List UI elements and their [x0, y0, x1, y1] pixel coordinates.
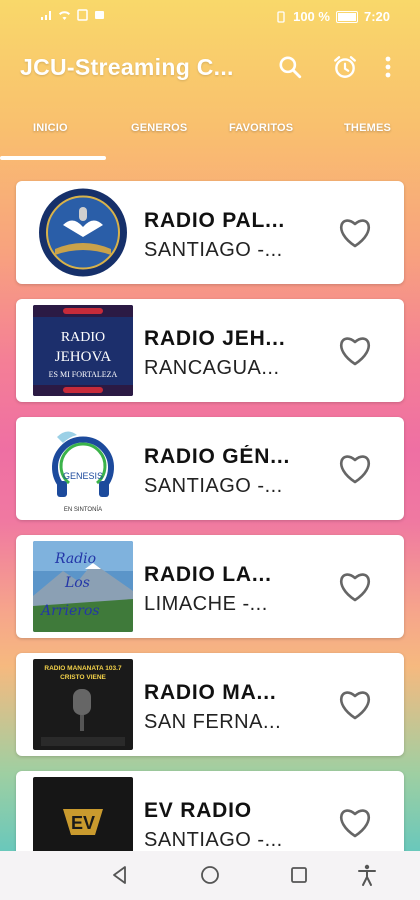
radio-palabra-logo — [33, 187, 133, 278]
tab-inicio[interactable]: INICIO — [33, 122, 68, 134]
station-name: RADIO JEH... — [144, 327, 286, 350]
station-city: LIMACHE -... — [144, 593, 268, 615]
app-bar: JCU-Streaming C... — [0, 44, 420, 92]
station-logo: GENESIS EN SINTONÍA — [33, 423, 133, 514]
station-name: RADIO GÉN... — [144, 445, 291, 468]
station-name: RADIO PAL... — [144, 209, 286, 232]
svg-text:RADIO MANANATA 103.7: RADIO MANANATA 103.7 — [44, 665, 122, 672]
station-card[interactable]: RADIO PAL... SANTIAGO -... — [16, 181, 404, 284]
accessibility-icon[interactable] — [355, 863, 379, 887]
svg-text:Arrieros: Arrieros — [39, 603, 100, 619]
recents-icon[interactable] — [287, 863, 311, 887]
tab-generos[interactable]: GENEROS — [131, 122, 187, 134]
svg-text:EV: EV — [71, 813, 95, 833]
back-icon[interactable] — [108, 863, 132, 887]
station-logo: RADIO MANANATA 103.7 CRISTO VIENE — [33, 659, 133, 750]
svg-text:RADIO: RADIO — [61, 330, 105, 345]
wifi-icon — [59, 11, 70, 20]
station-list[interactable]: RADIO PAL... SANTIAGO -... RADIO JEHOVA … — [0, 176, 420, 851]
home-icon[interactable] — [198, 863, 222, 887]
clock: 7:20 — [363, 9, 390, 24]
more-vert-icon[interactable] — [383, 54, 393, 80]
svg-text:GENESIS: GENESIS — [63, 471, 103, 481]
tab-indicator — [0, 156, 106, 160]
svg-text:Radio: Radio — [54, 551, 96, 567]
station-card[interactable]: EV EV RADIO SANTIAGO -... — [16, 771, 404, 851]
app-title: JCU-Streaming C... — [20, 54, 234, 80]
favorite-heart-icon[interactable] — [336, 805, 374, 839]
favorite-heart-icon[interactable] — [336, 333, 374, 367]
vibrate-icon — [277, 10, 285, 23]
favorite-heart-icon[interactable] — [336, 569, 374, 603]
tab-themes[interactable]: THEMES — [344, 122, 391, 134]
favorite-heart-icon[interactable] — [336, 215, 374, 249]
signal-icon — [41, 11, 51, 20]
station-city: SANTIAGO -... — [144, 829, 283, 851]
station-card[interactable]: Radio Los Arrieros RADIO LA... LIMACHE -… — [16, 535, 404, 638]
station-logo: EV — [33, 777, 133, 851]
tab-bar: INICIO GENEROS FAVORITOS THEMES — [0, 112, 420, 160]
radio-genesis-logo: GENESIS EN SINTONÍA — [33, 423, 133, 514]
station-name: RADIO MA... — [144, 681, 277, 704]
svg-text:ES MI FORTALEZA: ES MI FORTALEZA — [49, 370, 118, 379]
favorite-heart-icon[interactable] — [336, 687, 374, 721]
station-name: RADIO LA... — [144, 563, 272, 586]
notification-icon — [77, 9, 88, 21]
station-name: EV RADIO — [144, 799, 252, 822]
radio-los-arrieros-logo: Radio Los Arrieros — [33, 541, 133, 632]
system-nav-bar — [0, 851, 420, 900]
svg-text:EN SINTONÍA: EN SINTONÍA — [64, 506, 102, 513]
svg-text:Los: Los — [64, 575, 90, 591]
station-logo — [33, 187, 133, 278]
alarm-clock-icon[interactable] — [332, 54, 358, 80]
battery-percent: 100 % — [293, 9, 330, 24]
svg-text:JEHOVA: JEHOVA — [55, 349, 112, 365]
favorite-heart-icon[interactable] — [336, 451, 374, 485]
battery-icon — [335, 10, 358, 23]
svg-text:CRISTO VIENE: CRISTO VIENE — [60, 674, 106, 681]
radio-jehova-logo: RADIO JEHOVA ES MI FORTALEZA — [33, 305, 133, 396]
radio-mananata-logo: RADIO MANANATA 103.7 CRISTO VIENE — [33, 659, 133, 750]
station-logo: RADIO JEHOVA ES MI FORTALEZA — [33, 305, 133, 396]
station-city: RANCAGUA... — [144, 357, 280, 379]
ev-radio-logo: EV — [33, 777, 133, 851]
station-card[interactable]: RADIO MANANATA 103.7 CRISTO VIENE RADIO … — [16, 653, 404, 756]
station-card[interactable]: RADIO JEHOVA ES MI FORTALEZA RADIO JEH..… — [16, 299, 404, 402]
tab-favoritos[interactable]: FAVORITOS — [229, 122, 293, 134]
station-city: SANTIAGO -... — [144, 239, 283, 261]
status-bar: 100 % 7:20 — [0, 0, 420, 34]
station-city: SANTIAGO -... — [144, 475, 283, 497]
message-icon — [95, 11, 104, 19]
station-logo: Radio Los Arrieros — [33, 541, 133, 632]
station-city: SAN FERNA... — [144, 711, 282, 733]
station-card[interactable]: GENESIS EN SINTONÍA RADIO GÉN... SANTIAG… — [16, 417, 404, 520]
search-icon[interactable] — [277, 54, 303, 80]
status-icons-left — [40, 9, 105, 21]
status-icons-right: 100 % 7:20 — [275, 9, 390, 24]
